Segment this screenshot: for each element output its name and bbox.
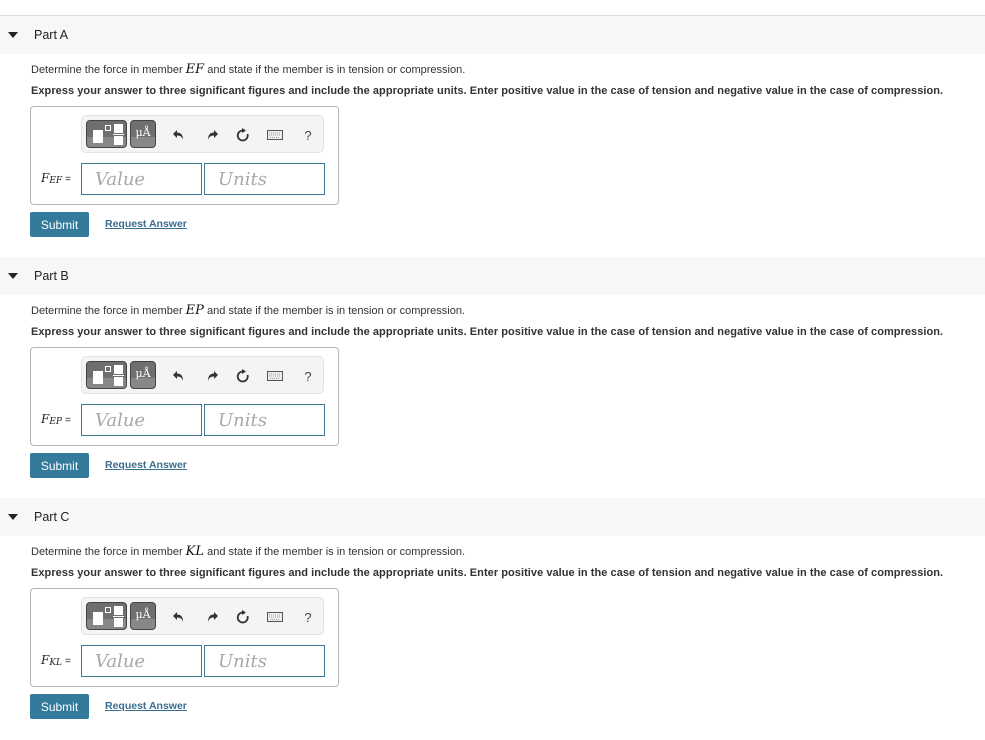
submit-button[interactable]: Submit: [30, 212, 89, 237]
part-b-header[interactable]: Part B: [0, 257, 985, 295]
help-icon[interactable]: ?: [299, 608, 317, 626]
submit-button[interactable]: Submit: [30, 694, 89, 719]
help-icon[interactable]: ?: [299, 367, 317, 385]
request-answer-link[interactable]: Request Answer: [105, 700, 187, 712]
answer-label: FKL =: [41, 653, 71, 668]
question-text: Determine the force in member EF and sta…: [31, 62, 465, 77]
templates-button[interactable]: [86, 361, 127, 389]
units-input[interactable]: [204, 163, 325, 195]
math-toolbar: μÅ ?: [81, 597, 324, 635]
keyboard-icon[interactable]: [266, 367, 284, 385]
math-toolbar: μÅ ?: [81, 115, 324, 153]
keyboard-icon[interactable]: [266, 608, 284, 626]
math-toolbar: μÅ ?: [81, 356, 324, 394]
templates-icon: [93, 130, 103, 143]
redo-icon[interactable]: [203, 367, 221, 385]
instructions: Express your answer to three significant…: [31, 85, 944, 97]
member-name: EF: [185, 62, 205, 77]
answer-label: FEP =: [41, 412, 71, 427]
units-input[interactable]: [204, 645, 325, 677]
question-suffix: and state if the member is in tension or…: [203, 305, 465, 317]
templates-icon: [93, 612, 103, 625]
value-input[interactable]: [81, 404, 202, 436]
caret-down-icon[interactable]: [8, 514, 18, 520]
question-text: Determine the force in member KL and sta…: [31, 544, 465, 559]
question-suffix: and state if the member is in tension or…: [204, 546, 466, 558]
answer-label: FEF =: [41, 171, 71, 186]
part-a-header[interactable]: Part A: [0, 16, 985, 54]
part-title: Part B: [34, 269, 69, 283]
redo-icon[interactable]: [203, 126, 221, 144]
instructions: Express your answer to three significant…: [31, 567, 944, 579]
units-button[interactable]: μÅ: [130, 120, 156, 148]
reset-icon[interactable]: [234, 608, 252, 626]
part-title: Part A: [34, 28, 69, 42]
units-button[interactable]: μÅ: [130, 361, 156, 389]
question-text: Determine the force in member EP and sta…: [31, 303, 465, 318]
part-c: Part C Determine the force in member KL …: [0, 498, 985, 719]
question-prefix: Determine the force in member: [31, 546, 186, 558]
question-prefix: Determine the force in member: [31, 64, 186, 76]
request-answer-link[interactable]: Request Answer: [105, 218, 187, 230]
member-name: KL: [185, 544, 205, 559]
answer-box: μÅ ? FEF =: [30, 106, 339, 205]
units-input[interactable]: [204, 404, 325, 436]
submit-button[interactable]: Submit: [30, 453, 89, 478]
instructions: Express your answer to three significant…: [31, 326, 944, 338]
part-title: Part C: [34, 510, 70, 524]
answer-box: μÅ ? FEP =: [30, 347, 339, 446]
templates-button[interactable]: [86, 120, 127, 148]
part-b: Part B Determine the force in member EP …: [0, 257, 985, 478]
question-suffix: and state if the member is in tension or…: [204, 64, 466, 76]
member-name: EP: [185, 303, 204, 318]
value-input[interactable]: [81, 163, 202, 195]
undo-icon[interactable]: [170, 367, 188, 385]
answer-box: μÅ ? FKL =: [30, 588, 339, 687]
redo-icon[interactable]: [203, 608, 221, 626]
undo-icon[interactable]: [170, 608, 188, 626]
undo-icon[interactable]: [170, 126, 188, 144]
help-icon[interactable]: ?: [299, 126, 317, 144]
templates-button[interactable]: [86, 602, 127, 630]
templates-icon: [93, 371, 103, 384]
part-c-header[interactable]: Part C: [0, 498, 985, 536]
request-answer-link[interactable]: Request Answer: [105, 459, 187, 471]
part-a: Part A Determine the force in member EF …: [0, 16, 985, 237]
keyboard-icon[interactable]: [266, 126, 284, 144]
value-input[interactable]: [81, 645, 202, 677]
reset-icon[interactable]: [234, 126, 252, 144]
reset-icon[interactable]: [234, 367, 252, 385]
units-button[interactable]: μÅ: [130, 602, 156, 630]
question-prefix: Determine the force in member: [31, 305, 186, 317]
caret-down-icon[interactable]: [8, 32, 18, 38]
caret-down-icon[interactable]: [8, 273, 18, 279]
